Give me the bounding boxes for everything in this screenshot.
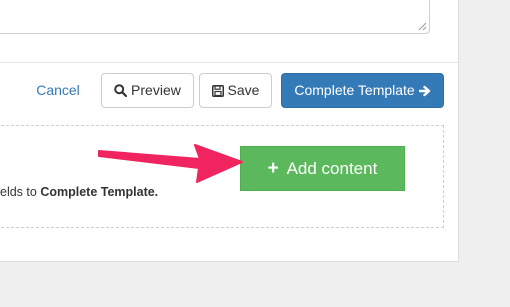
floppy-disk-icon: [211, 85, 224, 97]
add-content-label: Add content: [286, 159, 378, 178]
template-panel: Cancel Preview Save Complete Template el…: [0, 0, 459, 262]
add-content-button[interactable]: + Add content: [240, 146, 405, 191]
cancel-button[interactable]: Cancel: [22, 73, 94, 108]
plus-icon: +: [267, 158, 279, 179]
complete-template-button[interactable]: Complete Template: [281, 73, 444, 108]
divider: [0, 62, 458, 63]
callout-arrow: [98, 144, 243, 183]
save-button[interactable]: Save: [199, 73, 272, 108]
preview-button[interactable]: Preview: [101, 73, 194, 108]
save-label: Save: [227, 82, 260, 98]
template-text-area[interactable]: [0, 0, 430, 34]
preview-label: Preview: [131, 82, 181, 98]
complete-template-label: Complete Template: [294, 82, 415, 98]
cancel-label: Cancel: [36, 82, 80, 98]
search-icon: [114, 84, 128, 98]
resize-grip-icon[interactable]: [417, 21, 427, 31]
hint-text: elds to: [0, 185, 41, 199]
arrow-right-icon: [418, 85, 430, 97]
